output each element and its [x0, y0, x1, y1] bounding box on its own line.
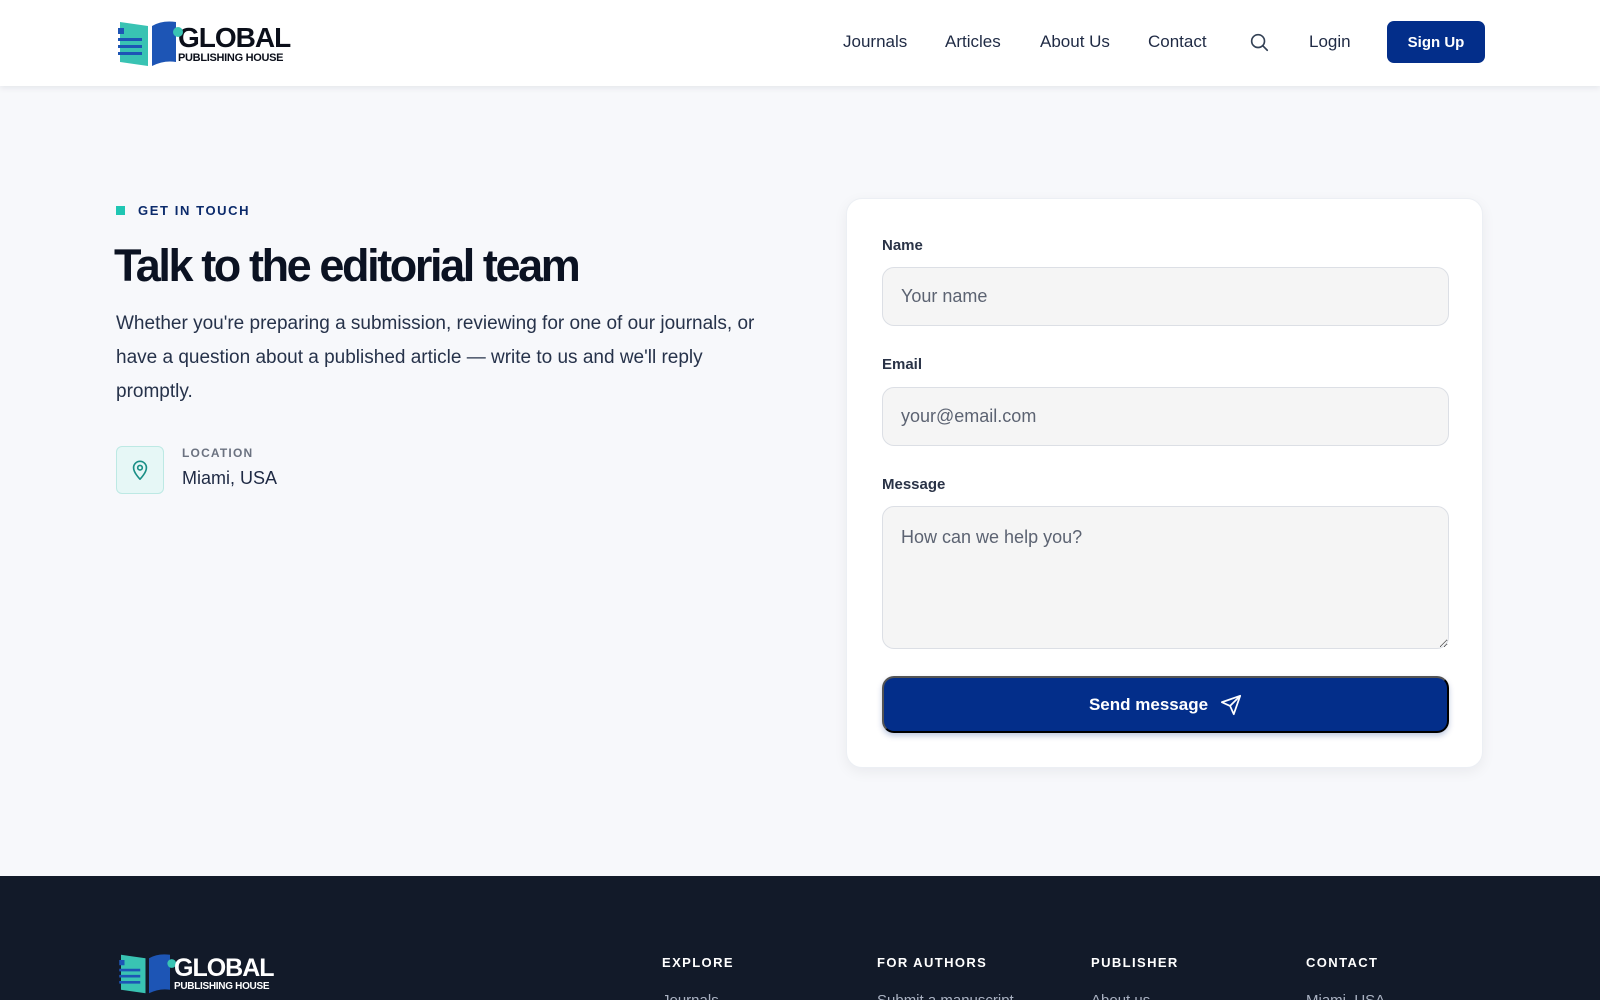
send-icon	[1220, 694, 1242, 716]
eyebrow-text: GET IN TOUCH	[138, 203, 251, 218]
send-message-label: Send message	[1088, 694, 1209, 714]
footer-link[interactable]: Journals	[662, 992, 734, 1000]
brand-name-line1: GLOBAL	[178, 22, 291, 53]
book-logo-icon	[119, 954, 177, 994]
footer-heading: FOR AUTHORS	[877, 955, 988, 970]
login-link[interactable]: Login	[1309, 32, 1351, 52]
brand-logo[interactable]: GLOBAL PUBLISHING HOUSE	[118, 20, 291, 68]
name-input[interactable]	[882, 267, 1449, 326]
message-textarea[interactable]	[882, 506, 1449, 649]
signup-button[interactable]: Sign Up	[1387, 21, 1485, 63]
contact-form: Name Email Message Send message	[846, 198, 1483, 768]
message-label: Message	[882, 476, 946, 493]
book-logo-icon	[118, 21, 183, 66]
search-icon[interactable]	[1248, 31, 1270, 53]
footer-brand-line2: PUBLISHING HOUSE	[174, 981, 270, 992]
nav-contact[interactable]: Contact	[1148, 32, 1207, 52]
footer-link[interactable]: Submit a manuscript	[877, 992, 1014, 1000]
footer-wordmark: GLOBAL PUBLISHING HOUSE	[174, 954, 275, 992]
footer-heading: CONTACT	[1306, 955, 1379, 970]
footer-heading: PUBLISHER	[1091, 955, 1179, 970]
map-pin-icon	[116, 446, 164, 494]
eyebrow: GET IN TOUCH	[116, 203, 250, 218]
site-footer: GLOBAL PUBLISHING HOUSE EXPLORE Journals…	[0, 876, 1600, 1000]
nav-about-us[interactable]: About Us	[1040, 32, 1110, 52]
footer-col-explore: EXPLORE Journals	[662, 955, 734, 1000]
footer-link[interactable]: About us	[1091, 992, 1179, 1000]
brand-wordmark: GLOBAL PUBLISHING HOUSE	[178, 22, 291, 64]
email-input[interactable]	[882, 387, 1449, 446]
footer-heading: EXPLORE	[662, 955, 734, 970]
page-lead: Whether you're preparing a submission, r…	[116, 313, 755, 402]
footer-logo[interactable]: GLOBAL PUBLISHING HOUSE	[118, 953, 275, 995]
footer-brand-line1: GLOBAL	[174, 954, 275, 982]
nav-journals[interactable]: Journals	[843, 32, 907, 52]
footer-link[interactable]: Miami, USA	[1306, 992, 1385, 1000]
footer-col-for-authors: FOR AUTHORS Submit a manuscript	[877, 955, 1014, 1000]
footer-col-contact: CONTACT Miami, USA	[1306, 955, 1385, 1000]
nav-articles[interactable]: Articles	[945, 32, 1001, 52]
site-header: GLOBAL PUBLISHING HOUSE Journals Article…	[0, 0, 1600, 86]
location-label: LOCATION	[182, 446, 254, 460]
send-message-button[interactable]: Send message	[882, 676, 1449, 733]
brand-name-line2: PUBLISHING HOUSE	[178, 52, 284, 64]
page-title: Talk to the editorial team	[114, 240, 581, 291]
email-label: Email	[882, 356, 923, 373]
footer-col-publisher: PUBLISHER About us	[1091, 955, 1179, 1000]
name-label: Name	[882, 237, 923, 254]
location-value: Miami, USA	[182, 468, 278, 488]
eyebrow-square-icon	[116, 206, 125, 215]
